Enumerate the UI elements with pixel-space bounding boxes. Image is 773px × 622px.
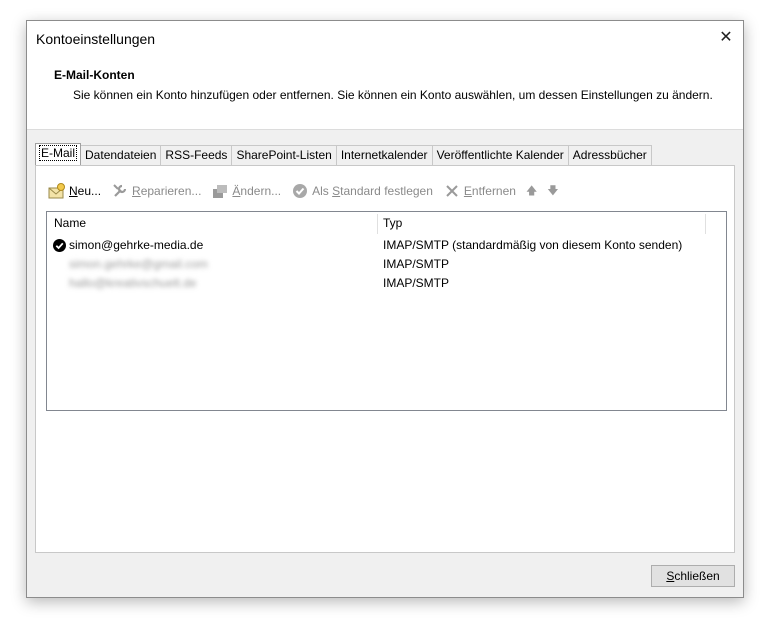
- section-title: E-Mail-Konten: [54, 68, 135, 82]
- column-header-type[interactable]: Typ: [383, 212, 402, 234]
- section-description: Sie können ein Konto hinzufügen oder ent…: [73, 88, 713, 102]
- change-button[interactable]: Ändern...: [211, 182, 281, 200]
- move-up-icon[interactable]: 🡅: [526, 182, 537, 201]
- remove-label: ntfernen: [471, 184, 516, 198]
- dialog-header: Kontoeinstellungen ✕ E-Mail-Konten Sie k…: [27, 21, 743, 130]
- account-row[interactable]: simon@gehrke-media.de IMAP/SMTP (standar…: [47, 236, 726, 255]
- account-type: IMAP/SMTP (standardmäßig von diesem Kont…: [383, 238, 683, 252]
- set-default-prefix: Als: [312, 184, 333, 198]
- tab-published-calendars[interactable]: Veröffentlichte Kalender: [431, 145, 569, 165]
- close-label: chließen: [674, 569, 720, 583]
- change-label: ndern...: [240, 184, 282, 198]
- new-account-button[interactable]: Neu...: [48, 182, 101, 200]
- tab-address-books[interactable]: Adressbücher: [567, 145, 652, 165]
- close-window-button[interactable]: ✕: [711, 25, 741, 51]
- tab-rss-feeds[interactable]: RSS-Feeds: [160, 145, 233, 165]
- window-title: Kontoeinstellungen: [36, 31, 156, 47]
- tab-email[interactable]: E-Mail: [35, 143, 82, 165]
- account-name: simon@gehrke-media.de: [69, 238, 204, 252]
- remove-button[interactable]: Entfernen: [443, 182, 516, 200]
- new-mnemonic: N: [69, 184, 78, 198]
- wrench-icon: [111, 182, 129, 200]
- account-list[interactable]: Name Typ simon@gehrke-media.de IMAP/SMTP…: [46, 211, 727, 411]
- set-default-label: tandard festlegen: [340, 184, 433, 198]
- repair-mnemonic: R: [132, 184, 141, 198]
- repair-label: eparieren...: [140, 184, 202, 198]
- tab-label: E-Mail: [38, 145, 78, 161]
- column-divider[interactable]: [705, 214, 706, 234]
- change-mnemonic: Ä: [232, 184, 241, 198]
- tab-sharepoint-lists[interactable]: SharePoint-Listen: [231, 145, 337, 165]
- default-account-check-icon: [53, 239, 66, 252]
- move-down-icon[interactable]: 🡇: [547, 182, 558, 201]
- tab-data-files[interactable]: Datendateien: [80, 145, 162, 165]
- tab-internet-calendars[interactable]: Internetkalender: [335, 145, 433, 165]
- account-toolbar: Neu... Reparieren... Ändern... Als S tan…: [48, 180, 569, 202]
- remove-mnemonic: E: [463, 184, 472, 198]
- account-settings-dialog: Kontoeinstellungen ✕ E-Mail-Konten Sie k…: [26, 20, 744, 598]
- column-header-name[interactable]: Name: [54, 212, 86, 234]
- tab-strip: E-Mail Datendateien RSS-Feeds SharePoint…: [35, 143, 652, 165]
- close-button[interactable]: Schließen: [651, 565, 735, 587]
- list-header: Name Typ: [47, 212, 726, 234]
- set-default-button[interactable]: Als Standard festlegen: [291, 182, 433, 200]
- account-name: simon.gehrke@gmail.com: [69, 257, 208, 271]
- checkmark-circle-icon: [291, 182, 309, 200]
- set-default-mnemonic: S: [332, 184, 341, 198]
- account-type: IMAP/SMTP: [383, 276, 450, 290]
- account-row[interactable]: simon.gehrke@gmail.com IMAP/SMTP: [47, 255, 726, 274]
- column-divider[interactable]: [377, 214, 378, 234]
- email-tab-panel: Neu... Reparieren... Ändern... Als S tan…: [35, 165, 735, 553]
- account-type: IMAP/SMTP: [383, 257, 450, 271]
- repair-button[interactable]: Reparieren...: [111, 182, 201, 200]
- account-name: hallo@kreativschuelt.de: [69, 276, 197, 290]
- new-label: eu...: [77, 184, 102, 198]
- account-row[interactable]: hallo@kreativschuelt.de IMAP/SMTP: [47, 274, 726, 293]
- new-account-icon: [48, 182, 66, 200]
- change-icon: [211, 182, 229, 200]
- x-icon: [443, 182, 461, 200]
